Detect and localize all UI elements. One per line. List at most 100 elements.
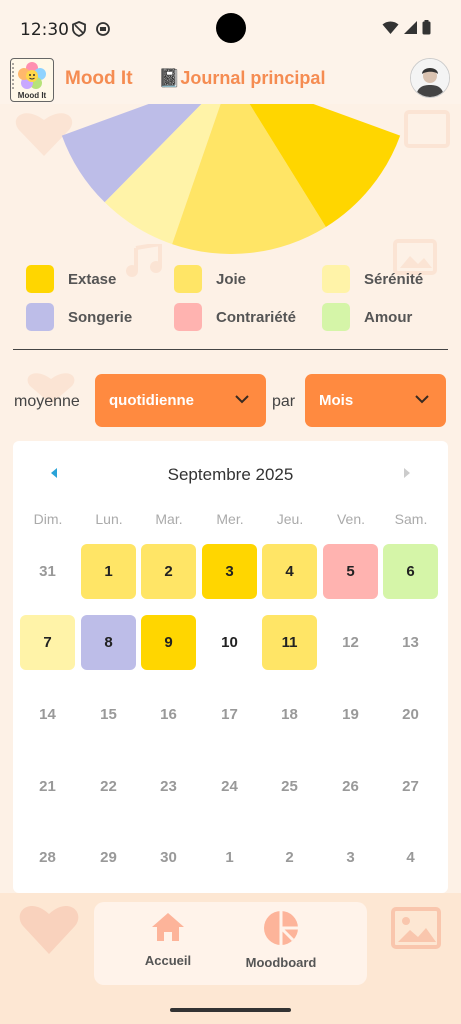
- calendar-day[interactable]: 30: [141, 830, 196, 885]
- calendar-day[interactable]: 10: [202, 615, 257, 670]
- pie-chart-svg: [61, 104, 401, 254]
- calendar-day[interactable]: 1: [202, 830, 257, 885]
- app-title: Mood It: [65, 68, 133, 89]
- chevron-down-icon: [235, 395, 249, 404]
- next-month-icon[interactable]: [402, 467, 412, 479]
- landscape-decoration-icon: [391, 907, 441, 949]
- nav-home-label: Accueil: [144, 953, 192, 968]
- profile-avatar[interactable]: [410, 58, 450, 98]
- calendar-day[interactable]: 15: [81, 687, 136, 742]
- legend-item-joie: Joie: [174, 265, 246, 293]
- weekday-header: Sam.: [394, 511, 428, 527]
- chevron-down-icon: [415, 395, 429, 404]
- legend-item-serenite: Sérénité: [322, 265, 423, 293]
- wifi-icon: [382, 21, 399, 34]
- weekday-header: Mar.: [155, 511, 183, 527]
- legend-swatch: [174, 265, 202, 293]
- calendar-day[interactable]: 24: [202, 759, 257, 814]
- calendar-day[interactable]: 21: [20, 759, 75, 814]
- journal-selector[interactable]: 📓Journal principal: [158, 68, 325, 89]
- calendar-day[interactable]: 9: [141, 615, 196, 670]
- legend-item-contrariete: Contrariété: [174, 303, 296, 331]
- calendar-day[interactable]: 31: [20, 544, 75, 599]
- calendar-day[interactable]: 3: [323, 830, 378, 885]
- calendar-day[interactable]: 19: [323, 687, 378, 742]
- calendar-day[interactable]: 28: [20, 830, 75, 885]
- shield-icon: [72, 21, 86, 37]
- calendar-day[interactable]: 13: [383, 615, 438, 670]
- heart-decoration-icon: [19, 905, 79, 954]
- nav-moodboard-label: Moodboard: [245, 955, 317, 970]
- calendar-day[interactable]: 4: [383, 830, 438, 885]
- notification-icon: [96, 22, 110, 36]
- calendar-day[interactable]: 4: [262, 544, 317, 599]
- legend-swatch: [26, 303, 54, 331]
- legend-swatch: [322, 303, 350, 331]
- calendar-day[interactable]: 2: [141, 544, 196, 599]
- gesture-bar: [170, 1008, 291, 1012]
- calendar-day[interactable]: 6: [383, 544, 438, 599]
- user-avatar-icon: [411, 59, 449, 97]
- weekday-header: Lun.: [95, 511, 123, 527]
- home-icon: [152, 913, 184, 941]
- pie-chart-icon: [264, 911, 298, 945]
- flower-icon: [12, 62, 46, 91]
- moyenne-label: moyenne: [14, 393, 80, 410]
- calendar-day[interactable]: 22: [81, 759, 136, 814]
- calendar-day[interactable]: 20: [383, 687, 438, 742]
- status-bar: 12:30: [0, 0, 461, 58]
- calendar-day[interactable]: 11: [262, 615, 317, 670]
- period-value: Mois: [319, 392, 354, 409]
- calendar-day[interactable]: 17: [202, 687, 257, 742]
- logo-text: Mood It: [17, 91, 47, 100]
- legend-item-extase: Extase: [26, 265, 116, 293]
- legend-label: Songerie: [68, 308, 133, 326]
- nav-home[interactable]: Accueil: [140, 910, 196, 968]
- calendar-day[interactable]: 14: [20, 687, 75, 742]
- weekday-header: Dim.: [33, 511, 63, 527]
- app-logo[interactable]: Mood It: [10, 58, 54, 102]
- signal-icon: [404, 21, 417, 34]
- weekday-header: Jeu.: [276, 511, 304, 527]
- legend-label: Sérénité: [364, 270, 424, 288]
- period-dropdown[interactable]: Mois: [305, 374, 446, 427]
- calendar-day[interactable]: 5: [323, 544, 378, 599]
- legend-swatch: [26, 265, 54, 293]
- calendar-day[interactable]: 23: [141, 759, 196, 814]
- legend-label: Extase: [68, 270, 117, 288]
- camera-cutout: [216, 13, 246, 43]
- calendar-day[interactable]: 16: [141, 687, 196, 742]
- par-label: par: [272, 393, 296, 410]
- legend-item-songerie: Songerie: [26, 303, 132, 331]
- app-bar: Mood It Mood It 📓Journal principal: [0, 58, 461, 104]
- frequency-dropdown[interactable]: quotidienne: [95, 374, 266, 427]
- weekday-header: Mer.: [216, 511, 244, 527]
- calendar-day[interactable]: 2: [262, 830, 317, 885]
- legend-label: Amour: [364, 308, 413, 326]
- mood-calendar: Septembre 2025 Dim. Lun. Mar. Mer. Jeu. Ven. S…: [13, 441, 448, 893]
- nav-moodboard[interactable]: Moodboard: [242, 910, 320, 970]
- calendar-day[interactable]: 3: [202, 544, 257, 599]
- legend-swatch: [322, 265, 350, 293]
- section-divider: [13, 349, 448, 350]
- bottom-navigation: Accueil Moodboard: [94, 902, 367, 985]
- calendar-day[interactable]: 8: [81, 615, 136, 670]
- weekday-header: Ven.: [336, 511, 366, 527]
- calendar-day[interactable]: 29: [81, 830, 136, 885]
- calendar-day[interactable]: 7: [20, 615, 75, 670]
- battery-icon: [422, 20, 431, 35]
- mood-pie-chart: [0, 104, 461, 254]
- calendar-day[interactable]: 27: [383, 759, 438, 814]
- legend-swatch: [174, 303, 202, 331]
- frequency-value: quotidienne: [109, 392, 194, 409]
- legend-label: Contrariété: [216, 308, 297, 326]
- calendar-day[interactable]: 25: [262, 759, 317, 814]
- calendar-day[interactable]: 1: [81, 544, 136, 599]
- status-time: 12:30: [20, 20, 69, 40]
- calendar-month-title: Septembre 2025: [167, 465, 294, 484]
- calendar-day[interactable]: 18: [262, 687, 317, 742]
- legend-item-amour: Amour: [322, 303, 412, 331]
- legend-label: Joie: [216, 270, 247, 288]
- calendar-day[interactable]: 26: [323, 759, 378, 814]
- calendar-day[interactable]: 12: [323, 615, 378, 670]
